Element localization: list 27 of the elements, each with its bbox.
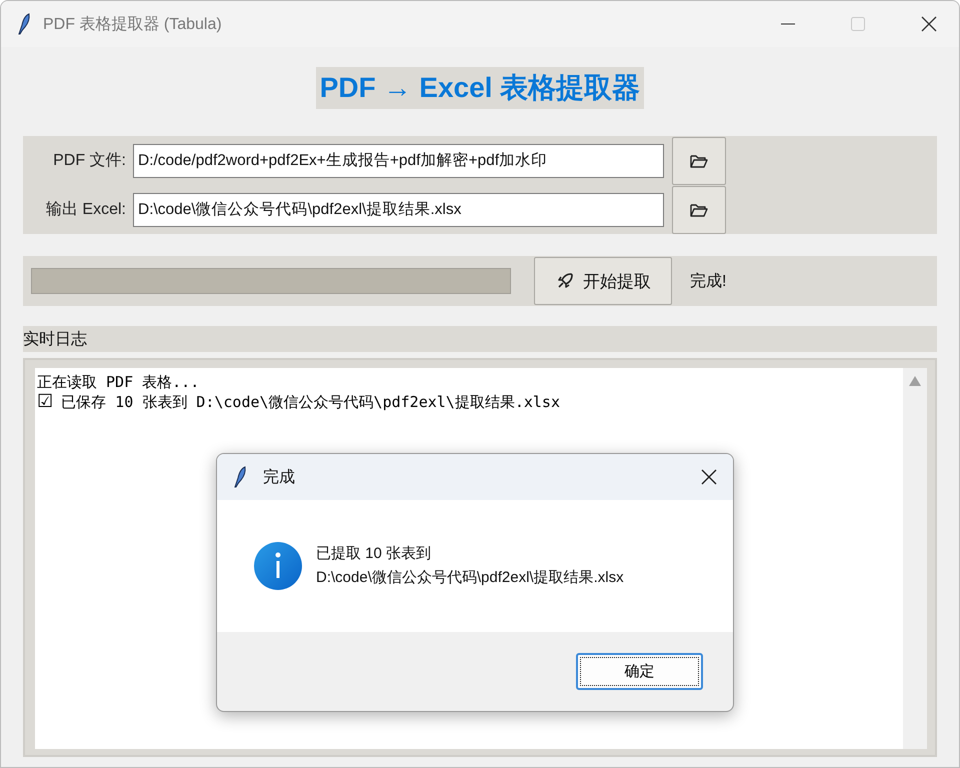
check-icon: ☑	[37, 392, 54, 412]
folder-icon	[690, 202, 708, 216]
dialog-title: 完成	[263, 468, 295, 488]
dialog-message: 已提取 10 张表到	[316, 544, 432, 564]
ok-button[interactable]: 确定	[576, 653, 703, 690]
feather-icon	[233, 466, 247, 488]
app-heading: PDF → Excel 表格提取器	[316, 67, 644, 109]
browse-button[interactable]	[672, 186, 726, 234]
dialog-message: D:\code\微信公众号代码\pdf2exl\提取结果.xlsx	[316, 568, 624, 588]
scrollbar[interactable]	[903, 368, 927, 749]
log-line: 正在读取 PDF 表格...	[37, 372, 200, 392]
info-icon	[254, 542, 302, 590]
folder-icon	[690, 154, 708, 168]
window-title: PDF 表格提取器 (Tabula)	[43, 14, 222, 34]
start-button[interactable]: 开始提取	[534, 257, 672, 305]
maximize-icon	[851, 17, 865, 31]
close-icon[interactable]	[701, 469, 717, 485]
feather-icon	[17, 13, 31, 35]
status-text: 完成!	[690, 272, 726, 292]
close-icon[interactable]	[921, 16, 937, 32]
browse-button[interactable]	[672, 136, 726, 184]
log-title: 实时日志	[23, 330, 87, 350]
field-label: PDF 文件:	[52, 150, 126, 171]
input-field[interactable]: D:\code\微信公众号代码\pdf2exl\提取结果.xlsx	[133, 192, 664, 226]
field-label: 输出 Excel:	[44, 200, 126, 220]
log-line: 已保存 10 张表到 D:\code\微信公众号代码\pdf2exl\提取结果.xlsx	[61, 392, 560, 412]
input-field[interactable]: D:/code/pdf2word+pdf2Ex+生成报告+pdf加解密+pdf加水印	[133, 144, 664, 178]
